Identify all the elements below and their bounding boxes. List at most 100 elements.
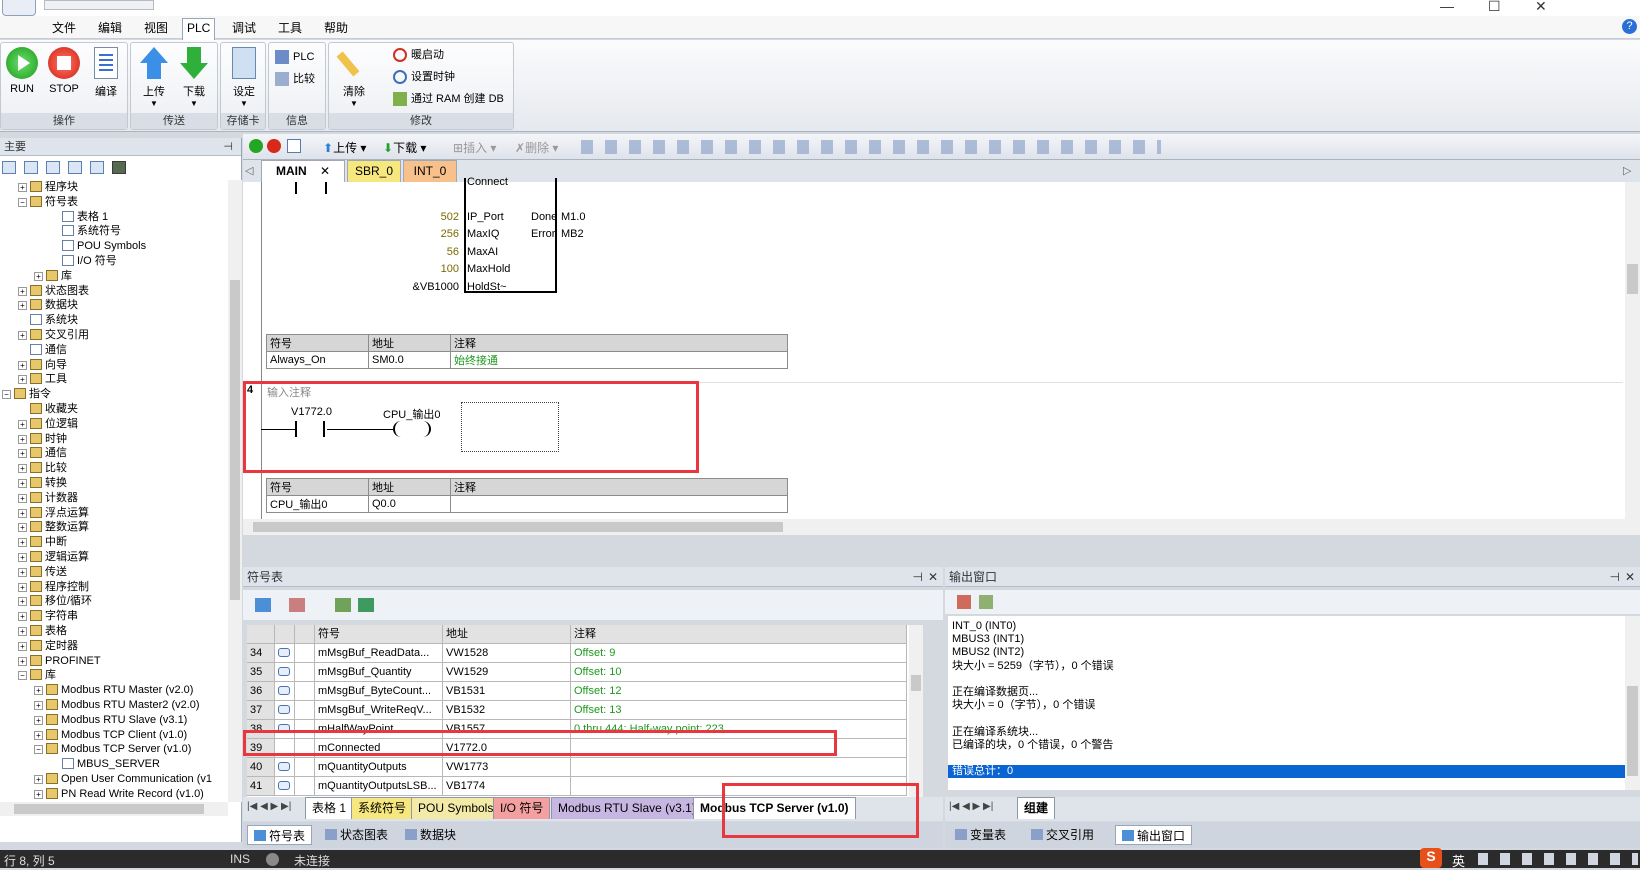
symbol-cell[interactable]: mQuantityOutputs [315, 758, 443, 777]
address-cell[interactable]: VW1773 [443, 758, 571, 777]
tree-item[interactable]: MBUS_SERVER [50, 757, 160, 773]
table-row[interactable]: 40 mQuantityOutputs VW1773 [247, 758, 907, 777]
tree-item[interactable]: − 符号表 [18, 195, 78, 211]
expand-icon[interactable]: + [18, 331, 27, 340]
col-header[interactable]: 地址 [443, 625, 571, 644]
upload-button[interactable]: 上传 ▼ [133, 47, 175, 108]
table-row[interactable]: 36 mMsgBuf_ByteCount... VB1531 Offset: 12 [247, 682, 907, 701]
row-number[interactable]: 41 [247, 777, 275, 796]
expand-icon[interactable]: + [18, 508, 27, 518]
tree-item[interactable]: + 转换 [18, 476, 67, 492]
tree-item[interactable]: + 程序控制 [18, 580, 89, 596]
symbol-cell[interactable]: mQuantityOutputsLSB... [315, 777, 443, 796]
close-icon[interactable]: ✕ [1625, 567, 1635, 587]
tree-item[interactable]: + 逻辑运算 [18, 550, 89, 566]
tree-item[interactable]: + 表格 [18, 624, 67, 640]
expand-icon[interactable]: + [34, 271, 43, 281]
app-icon[interactable] [2, 0, 36, 16]
delete-symbol-icon[interactable] [289, 598, 305, 612]
expand-icon[interactable]: + [18, 597, 27, 607]
tree-item[interactable]: + PROFINET [18, 654, 101, 670]
tree-item[interactable]: + Modbus RTU Master2 (v2.0) [34, 698, 200, 714]
address-cell[interactable]: VB1531 [443, 682, 571, 701]
row-number[interactable]: 40 [247, 758, 275, 777]
col-header[interactable]: 符号 [315, 625, 443, 644]
output-vscroll[interactable] [1625, 616, 1640, 790]
tree-item[interactable]: 表格 1 [50, 210, 108, 226]
stop-small-icon[interactable] [267, 139, 281, 153]
expand-icon[interactable]: + [18, 538, 27, 548]
tree-item[interactable]: + 程序块 [18, 180, 78, 196]
row-number[interactable]: 36 [247, 682, 275, 701]
expand-icon[interactable]: − [18, 197, 27, 207]
row-number[interactable]: 34 [247, 644, 275, 663]
tree-item[interactable]: 通信 [18, 343, 67, 359]
expand-icon[interactable]: + [34, 715, 43, 725]
tree-item[interactable]: + 中断 [18, 535, 67, 551]
tree-item[interactable]: + 浮点运算 [18, 506, 89, 522]
tree-item[interactable]: I/O 符号 [50, 254, 117, 270]
tree-item[interactable]: + 时钟 [18, 432, 67, 448]
tree-hscroll[interactable] [0, 802, 228, 816]
close-icon[interactable]: ✕ [928, 567, 938, 587]
expand-icon[interactable]: + [18, 523, 27, 533]
ime-language[interactable]: 英 [1452, 851, 1465, 870]
table-cell[interactable]: CPU_输出0 [266, 495, 369, 513]
sheet-tab[interactable]: POU Symbols [411, 797, 501, 819]
address-cell[interactable]: VB1532 [443, 701, 571, 720]
menu-help[interactable]: 帮助 [320, 19, 352, 37]
address-cell[interactable]: VW1528 [443, 644, 571, 663]
setup-button[interactable]: 设定 ▼ [223, 47, 265, 108]
table-cell[interactable]: Q0.0 [368, 495, 451, 513]
tree-item[interactable]: + Open User Communication (v1 [34, 772, 212, 788]
tree-item[interactable]: − 库 [18, 668, 56, 684]
run-small-icon[interactable] [249, 139, 263, 153]
insert-button[interactable]: ⊞插入 ▾ [453, 139, 496, 156]
tree-item[interactable]: + 字符串 [18, 609, 78, 625]
pin-icon[interactable]: ⊣ [1610, 567, 1620, 587]
table-cell[interactable]: Always_On [266, 351, 369, 369]
sheet-nav-icon[interactable]: |◀ ◀ ▶ ▶| [949, 801, 993, 812]
comment-cell[interactable]: Offset: 12 [571, 682, 907, 701]
help-icon[interactable]: ? [1622, 19, 1637, 34]
expand-icon[interactable]: + [34, 789, 43, 799]
upload-small-button[interactable]: ⬆上传 ▾ [323, 139, 366, 156]
clear-button[interactable]: 清除 ▼ [333, 47, 375, 108]
menu-edit[interactable]: 编辑 [94, 19, 126, 37]
table-cell[interactable]: 始终接通 [450, 351, 788, 369]
expand-icon[interactable]: + [18, 493, 27, 503]
expand-icon[interactable]: + [18, 464, 27, 474]
delete-button[interactable]: ✗删除 ▾ [515, 139, 558, 156]
table-row[interactable]: 34 mMsgBuf_ReadData... VW1528 Offset: 9 [247, 644, 907, 663]
grid-vscroll[interactable] [909, 625, 923, 797]
tree-item[interactable]: + 数据块 [18, 298, 78, 314]
tree-item[interactable]: + 移位/循环 [18, 594, 92, 610]
minimize-icon[interactable]: — [1440, 0, 1454, 14]
menu-file[interactable]: 文件 [48, 19, 80, 37]
map-icon[interactable] [335, 598, 351, 612]
run-button[interactable]: RUN [1, 47, 43, 95]
tree-item[interactable]: + 库 [34, 269, 72, 285]
copy-output-icon[interactable] [979, 595, 993, 609]
set-clock-button[interactable]: 设置时钟 [391, 67, 455, 87]
row-number[interactable]: 37 [247, 701, 275, 720]
comment-cell[interactable]: Offset: 9 [571, 644, 907, 663]
tab-output-window[interactable]: 输出窗口 [1115, 825, 1193, 845]
tab-variable-table[interactable]: 变量表 [951, 825, 1010, 845]
plc-info-button[interactable]: PLC [273, 47, 314, 67]
toolbar-icon[interactable] [24, 161, 38, 174]
toolbar-icon[interactable] [46, 161, 60, 174]
tree-item[interactable]: + PN Read Write Record (v1.0) [34, 787, 204, 803]
tree-item[interactable]: + Modbus RTU Master (v2.0) [34, 683, 193, 699]
expand-icon[interactable]: + [18, 434, 27, 444]
download-button[interactable]: 下载 ▼ [173, 47, 215, 108]
symbol-cell[interactable]: mMsgBuf_Quantity [315, 663, 443, 682]
tree-item[interactable]: + 定时器 [18, 639, 78, 655]
sheet-tab[interactable]: 系统符号 [351, 797, 414, 819]
col-header[interactable]: 注释 [571, 625, 907, 644]
sheet-nav-icon[interactable]: |◀ ◀ ▶ ▶| [247, 801, 291, 812]
symbol-cell[interactable]: mMsgBuf_ByteCount... [315, 682, 443, 701]
expand-icon[interactable]: − [18, 671, 27, 681]
expand-icon[interactable]: + [18, 375, 27, 385]
tab-data-block[interactable]: 数据块 [399, 825, 462, 845]
